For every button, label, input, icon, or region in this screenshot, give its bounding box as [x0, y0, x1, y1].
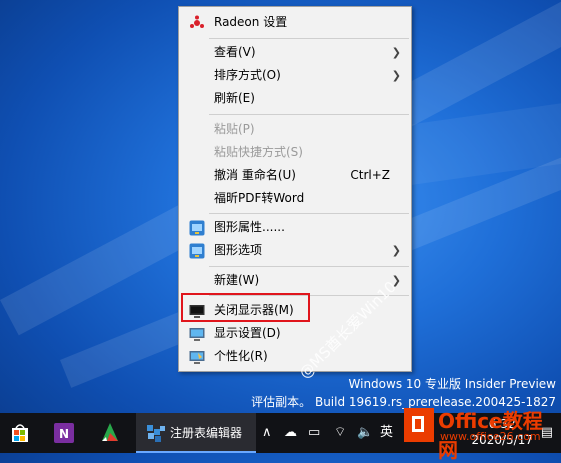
menu-item-refresh[interactable]: 刷新(E) [179, 87, 411, 110]
menu-separator [209, 213, 409, 214]
menu-item-label: 新建(W) [214, 273, 260, 287]
store-icon[interactable] [6, 419, 34, 447]
show-hidden-icons-button[interactable]: ∧ [262, 413, 272, 453]
office-logo-icon [404, 408, 434, 442]
menu-item-foxit-pdf-to-word[interactable]: 福昕PDF转Word [179, 187, 411, 210]
menu-item-undo-rename[interactable]: 撤消 重命名(U) Ctrl+Z [179, 164, 411, 187]
menu-item-label: 图形属性...... [214, 220, 285, 234]
taskbar-active-label: 注册表编辑器 [170, 426, 243, 440]
menu-separator [209, 38, 409, 39]
chevron-right-icon: ❯ [391, 69, 401, 82]
personalize-icon [189, 349, 205, 365]
app-icon[interactable] [96, 419, 124, 447]
menu-item-radeon-settings[interactable]: Radeon 设置 [179, 11, 411, 34]
display-icon [189, 326, 205, 342]
menu-item-label: 个性化(R) [214, 349, 268, 363]
menu-item-shortcut: Ctrl+Z [350, 168, 390, 182]
chevron-right-icon: ❯ [391, 46, 401, 59]
menu-item-label: 撤消 重命名(U) [214, 168, 296, 182]
graphics-icon [189, 243, 205, 259]
menu-item-label: 排序方式(O) [214, 68, 281, 82]
menu-item-personalize[interactable]: 个性化(R) [179, 345, 411, 368]
menu-item-graphics-properties[interactable]: 图形属性...... [179, 216, 411, 239]
menu-item-view[interactable]: 查看(V) ❯ [179, 41, 411, 64]
highlight-box [181, 293, 310, 322]
onenote-icon[interactable]: N [50, 419, 78, 447]
menu-item-graphics-options[interactable]: 图形选项 ❯ [179, 239, 411, 262]
menu-item-label: 查看(V) [214, 45, 256, 59]
regedit-icon [142, 419, 170, 447]
network-icon[interactable]: ⌔ [334, 413, 346, 453]
menu-item-label: Radeon 设置 [214, 15, 288, 29]
radeon-icon [189, 15, 205, 31]
menu-item-sort-by[interactable]: 排序方式(O) ❯ [179, 64, 411, 87]
ime-indicator[interactable]: 英 [380, 413, 393, 453]
menu-item-label: 粘贴(P) [214, 122, 255, 136]
menu-separator [209, 114, 409, 115]
logo-url: www.office26.com [440, 430, 541, 443]
menu-item-display-settings[interactable]: 显示设置(D) [179, 322, 411, 345]
onedrive-icon[interactable]: ☁ [284, 413, 297, 453]
chevron-right-icon: ❯ [391, 244, 401, 257]
volume-icon[interactable]: 🔈 [357, 413, 373, 453]
site-logo: Office教程网 www.office26.com [404, 403, 556, 462]
graphics-icon [189, 220, 205, 236]
menu-item-paste-shortcut[interactable]: 粘贴快捷方式(S) [179, 141, 411, 164]
display-battery-icon[interactable]: ▭ [308, 413, 320, 453]
menu-item-label: 福昕PDF转Word [214, 191, 305, 205]
edition-line-1: Windows 10 专业版 Insider Preview [348, 377, 556, 391]
menu-separator [209, 266, 409, 267]
menu-item-label: 图形选项 [214, 243, 263, 257]
menu-item-label: 刷新(E) [214, 91, 255, 105]
svg-text:N: N [59, 427, 69, 441]
menu-item-label: 显示设置(D) [214, 326, 281, 340]
menu-item-label: 粘贴快捷方式(S) [214, 145, 303, 159]
menu-item-paste[interactable]: 粘贴(P) [179, 118, 411, 141]
